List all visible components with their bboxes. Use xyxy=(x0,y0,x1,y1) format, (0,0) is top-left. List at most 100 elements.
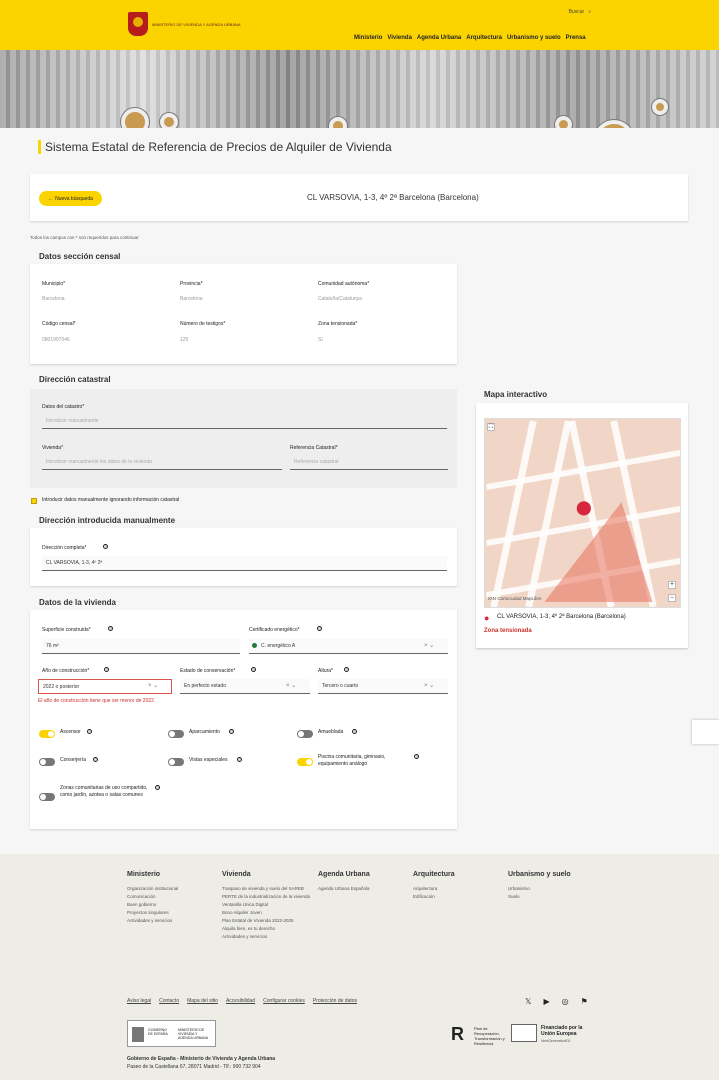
piscina-toggle[interactable] xyxy=(297,758,313,766)
footer-agenda-title: Agenda Urbana xyxy=(318,871,370,878)
codigo-censal-label: Código censal* xyxy=(42,321,76,327)
energy-select[interactable]: C. energético A xyxy=(249,639,448,654)
site-header: Ministerio de Vivienda y Agenda Urbana B… xyxy=(0,0,719,50)
conserjeria-help-icon[interactable]: ? xyxy=(93,757,98,762)
legal-link[interactable]: Accesibilidad xyxy=(226,998,255,1004)
energy-clear-icon[interactable]: × ⌄ xyxy=(424,642,434,649)
twitter-icon[interactable]: 𝕏 xyxy=(525,997,531,1006)
footer-link[interactable]: Traspaso de vivienda y suelo del SAREB xyxy=(222,885,312,893)
zoom-in-icon[interactable]: + xyxy=(668,581,676,589)
testigos-label: Número de testigos* xyxy=(180,321,226,327)
nav-arquitectura[interactable]: Arquitectura xyxy=(466,35,502,41)
census-card xyxy=(30,264,457,364)
footer-link[interactable]: Bono Alquiler Joven xyxy=(222,909,312,917)
new-search-button[interactable]: ← Nueva búsqueda xyxy=(39,191,102,206)
legal-links: Aviso legal Contacto Mapa del sitio Acce… xyxy=(127,998,357,1004)
testigos-value: 125 xyxy=(180,337,189,343)
footer-link[interactable]: Actividades y servicios xyxy=(222,933,312,941)
footer-link[interactable]: Ventanilla Única Digital xyxy=(222,901,312,909)
energy-label: Certificado energético* xyxy=(249,627,300,633)
location-pin-icon[interactable]: ⬤ xyxy=(576,499,592,516)
amueblada-toggle[interactable] xyxy=(297,730,313,738)
legal-link[interactable]: Contacto xyxy=(159,998,179,1004)
footer-link[interactable]: Edificación xyxy=(413,893,503,901)
legal-link[interactable]: Aviso legal xyxy=(127,998,151,1004)
map-title: Mapa interactivo xyxy=(484,390,548,399)
footer-arquitectura: Arquitectura Arquitectura Edificación xyxy=(413,871,503,901)
nav-urbanismo[interactable]: Urbanismo y suelo xyxy=(507,35,561,41)
energy-class-icon xyxy=(252,643,257,648)
conserjeria-toggle[interactable] xyxy=(39,758,55,766)
catastral-section-title: Dirección catastral xyxy=(39,375,111,384)
youtube-icon[interactable]: ▶ xyxy=(543,997,549,1006)
amueblada-help-icon[interactable]: ? xyxy=(352,729,357,734)
aparcamiento-help-icon[interactable]: ? xyxy=(229,729,234,734)
nav-ministerio[interactable]: Ministerio xyxy=(354,35,382,41)
instagram-icon[interactable]: ◎ xyxy=(562,997,569,1006)
height-clear-icon[interactable]: × ⌄ xyxy=(424,682,434,689)
vistas-toggle[interactable] xyxy=(168,758,184,766)
year-clear-icon[interactable]: × ⌄ xyxy=(148,682,158,689)
aparcamiento-toggle[interactable] xyxy=(168,730,184,738)
ascensor-toggle[interactable] xyxy=(39,730,55,738)
footer-link[interactable]: PERTE de la industrialización de la vivi… xyxy=(222,893,312,901)
footer-link[interactable]: Alquila bien, es tu derecho xyxy=(222,925,312,933)
footer-link[interactable]: Suelo xyxy=(508,893,598,901)
vivienda-select[interactable]: Introducir manualmente los datos de la v… xyxy=(42,455,282,470)
height-help-icon[interactable]: ? xyxy=(344,667,349,672)
nav-agenda-urbana[interactable]: Agenda Urbana xyxy=(417,35,461,41)
footer-link[interactable]: Urbanismo xyxy=(508,885,598,893)
conservation-label: Estado de conservación* xyxy=(180,668,236,674)
flag-icon[interactable]: ⚑ xyxy=(581,997,588,1006)
catastro-data-select[interactable]: Introducir manualmente xyxy=(42,414,447,429)
year-help-icon[interactable]: ? xyxy=(104,667,109,672)
city-banner-image xyxy=(0,50,719,128)
ministry-logo[interactable]: Ministerio de Vivienda y Agenda Urbana xyxy=(128,12,241,36)
vistas-help-icon[interactable]: ? xyxy=(237,757,242,762)
zoom-out-icon[interactable]: − xyxy=(668,594,676,602)
municipio-label: Municipio* xyxy=(42,281,66,287)
piscina-help-icon[interactable]: ? xyxy=(414,754,419,759)
year-error-message: El año de construcción tiene que ser men… xyxy=(38,698,154,704)
footer-link[interactable]: Comunicación xyxy=(127,893,217,901)
footer-link[interactable]: Plan Estatal de Vivienda 2022-2025 xyxy=(222,917,312,925)
fullscreen-icon[interactable]: ⛶ xyxy=(487,423,495,431)
footer-link[interactable]: Arquitectura xyxy=(413,885,503,893)
zonas-comunitarias-toggle[interactable] xyxy=(39,793,55,801)
surface-field[interactable]: 76 m² xyxy=(42,639,240,654)
conservation-clear-icon[interactable]: × ⌄ xyxy=(286,682,296,689)
comunidad-label: Comunidad autónoma* xyxy=(318,281,370,287)
search-icon: ⌕ xyxy=(588,9,591,15)
conservation-help-icon[interactable]: ? xyxy=(251,667,256,672)
recaptcha-badge-icon[interactable] xyxy=(692,720,719,744)
legal-link[interactable]: Mapa del sitio xyxy=(187,998,218,1004)
surface-help-icon[interactable]: ? xyxy=(108,626,113,631)
search-link[interactable]: Buscar ⌕ xyxy=(569,9,591,15)
energy-help-icon[interactable]: ? xyxy=(317,626,322,631)
footer-urbanismo: Urbanismo y suelo Urbanismo Suelo xyxy=(508,871,598,901)
manual-data-checkbox[interactable] xyxy=(31,498,37,504)
government-logo[interactable]: GOBIERNO DE ESPAÑA MINISTERIO DE VIVIEND… xyxy=(127,1020,216,1047)
footer-link[interactable]: Actividades y servicios xyxy=(127,917,217,925)
footer-link[interactable]: Agenda Urbana Española xyxy=(318,885,408,893)
legal-link[interactable]: Configurar cookies xyxy=(263,998,305,1004)
footer-link[interactable]: Proyectos singulares xyxy=(127,909,217,917)
footer-link[interactable]: Organización institucional xyxy=(127,885,217,893)
municipio-value: Barcelona xyxy=(42,296,65,302)
catastral-card xyxy=(30,389,457,488)
nav-vivienda[interactable]: Vivienda xyxy=(387,35,412,41)
full-address-help-icon[interactable]: ? xyxy=(103,544,108,549)
referencia-field[interactable]: Referencia catastral xyxy=(290,455,448,470)
comunidad-value: Cataluña/Catalunya xyxy=(318,296,362,302)
footer-link[interactable]: Buen gobierno xyxy=(127,901,217,909)
legal-link[interactable]: Protección de datos xyxy=(313,998,357,1004)
nav-prensa[interactable]: Prensa xyxy=(566,35,586,41)
new-search-label: Nueva búsqueda xyxy=(55,195,93,202)
spain-shield-icon xyxy=(128,12,148,36)
page-title: Sistema Estatal de Referencia de Precios… xyxy=(38,140,392,154)
full-address-field[interactable]: CL VARSOVIA, 1-3, 4º 2ª xyxy=(42,556,447,571)
ascensor-help-icon[interactable]: ? xyxy=(87,729,92,734)
zonas-comunitarias-help-icon[interactable]: ? xyxy=(155,785,160,790)
zonas-comunitarias-label: Zonas comunitarias de uso compartido, co… xyxy=(60,785,148,798)
map-attribution[interactable]: IGN Cartociudad MapLibre xyxy=(488,596,542,601)
